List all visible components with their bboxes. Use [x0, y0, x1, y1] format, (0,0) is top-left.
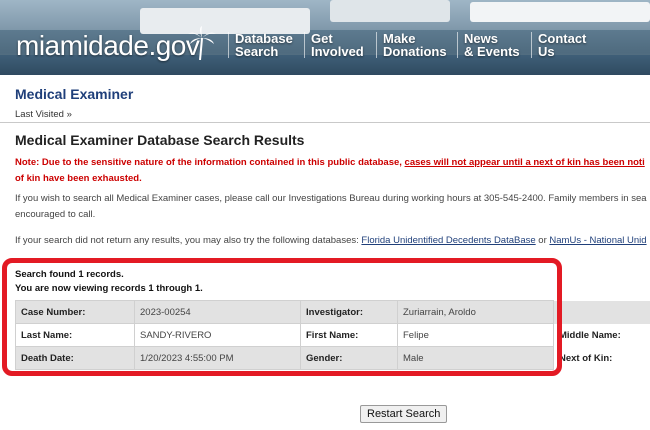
- alt-databases-text: If your search did not return any result…: [15, 235, 362, 246]
- or-text: or: [535, 235, 550, 246]
- namus-link[interactable]: NamUs - National Unid: [549, 235, 646, 246]
- results-heading: Medical Examiner Database Search Results: [15, 132, 305, 148]
- alt-databases-paragraph: If your search did not return any result…: [15, 233, 647, 249]
- cruise-ship-image: [470, 2, 650, 22]
- nav-make-donations[interactable]: Make Donations: [376, 32, 447, 58]
- fl-unidentified-decedents-link[interactable]: Florida Unidentified Decedents DataBase: [361, 235, 535, 246]
- middle-name-label: Middle Name:: [559, 329, 621, 341]
- page-title: Medical Examiner: [15, 86, 134, 102]
- last-visited-label[interactable]: Last Visited »: [15, 109, 72, 120]
- empty-cell: [553, 300, 650, 324]
- nav-news-events[interactable]: News & Events: [457, 32, 520, 58]
- note-link[interactable]: cases will not appear until a next of ki…: [405, 157, 645, 168]
- nav-get-involved[interactable]: Get Involved: [304, 32, 364, 58]
- site-header: miamidade.gov Database Search Get Involv…: [0, 0, 650, 75]
- note-text: Note: Due to the sensitive nature of the…: [15, 157, 405, 168]
- nav-database-search[interactable]: Database Search: [228, 32, 293, 58]
- note-text-cont: of kin have been exhausted.: [15, 173, 142, 184]
- info-paragraph: If you wish to search all Medical Examin…: [15, 191, 647, 223]
- sensitivity-note: Note: Due to the sensitive nature of the…: [15, 155, 650, 187]
- info-line: If you wish to search all Medical Examin…: [15, 193, 647, 204]
- site-logo[interactable]: miamidade.gov: [16, 30, 200, 62]
- info-line: encouraged to call.: [15, 209, 96, 220]
- divider: [0, 122, 650, 123]
- next-of-kin-label: Next of Kin:: [553, 346, 650, 370]
- cruise-ship-image: [330, 0, 450, 22]
- restart-search-button[interactable]: Restart Search: [360, 405, 448, 423]
- palm-tree-icon: [188, 26, 216, 60]
- nav-contact-us[interactable]: Contact Us: [531, 32, 586, 58]
- highlight-annotation: [2, 258, 562, 376]
